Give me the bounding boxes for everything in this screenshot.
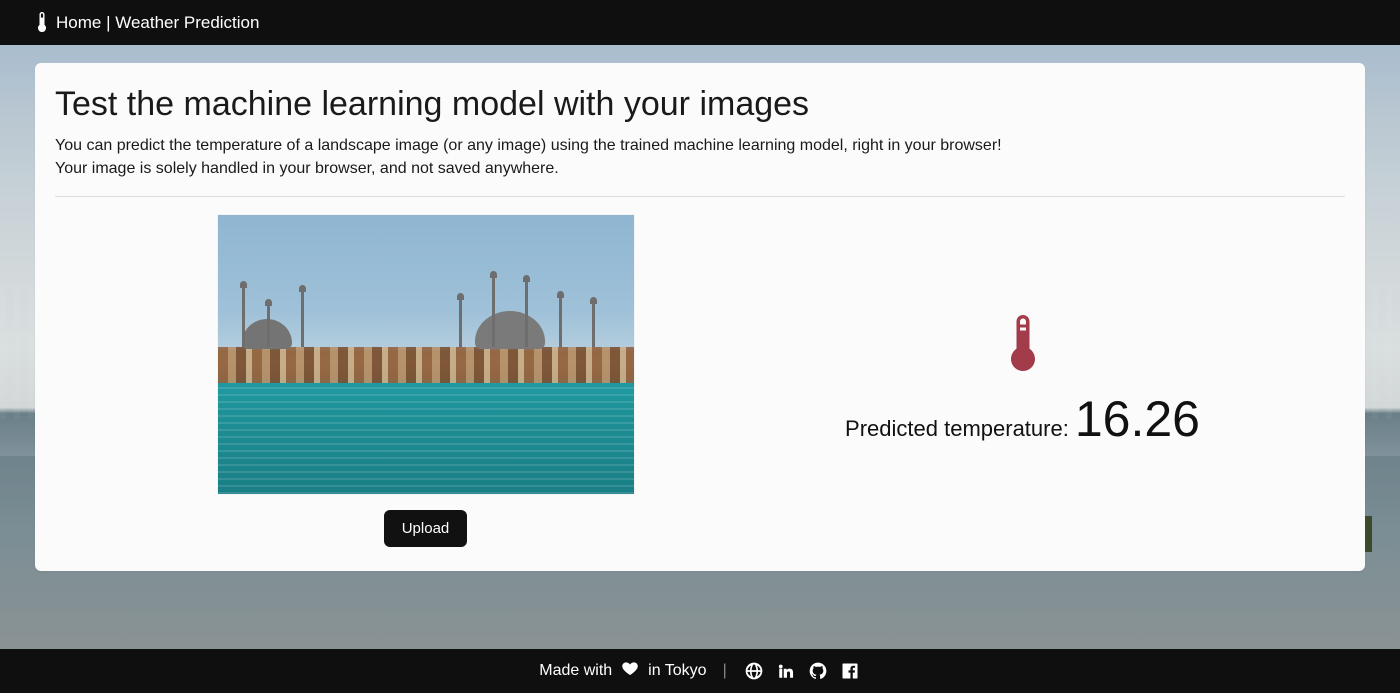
github-icon[interactable]	[807, 660, 829, 682]
thermometer-icon	[36, 12, 48, 34]
website-icon[interactable]	[743, 660, 765, 682]
footer: Made with in Tokyo |	[0, 649, 1400, 693]
footer-separator: |	[723, 662, 727, 680]
thermometer-large-icon	[1008, 315, 1038, 376]
main-card: Test the machine learning model with you…	[35, 63, 1365, 571]
footer-made-prefix: Made with	[539, 662, 612, 680]
heart-icon	[622, 661, 638, 682]
page-background: Test the machine learning model with you…	[0, 45, 1400, 649]
upload-button[interactable]: Upload	[384, 510, 468, 547]
image-preview	[218, 215, 634, 494]
linkedin-icon[interactable]	[775, 660, 797, 682]
upload-column: Upload	[55, 215, 700, 547]
facebook-icon[interactable]	[839, 660, 861, 682]
top-nav: Home | Weather Prediction	[0, 0, 1400, 45]
nav-home-link[interactable]: Home | Weather Prediction	[56, 13, 259, 33]
description-line-1: You can predict the temperature of a lan…	[55, 134, 1055, 157]
footer-made-suffix: in Tokyo	[648, 662, 706, 680]
description-line-2: Your image is solely handled in your bro…	[55, 157, 1055, 180]
result-column: Predicted temperature: 16.26	[700, 215, 1345, 547]
predicted-value: 16.26	[1075, 390, 1200, 448]
divider	[55, 196, 1345, 197]
page-title: Test the machine learning model with you…	[55, 85, 1345, 124]
predicted-label: Predicted temperature:	[845, 416, 1069, 442]
prediction-line: Predicted temperature: 16.26	[845, 390, 1200, 448]
